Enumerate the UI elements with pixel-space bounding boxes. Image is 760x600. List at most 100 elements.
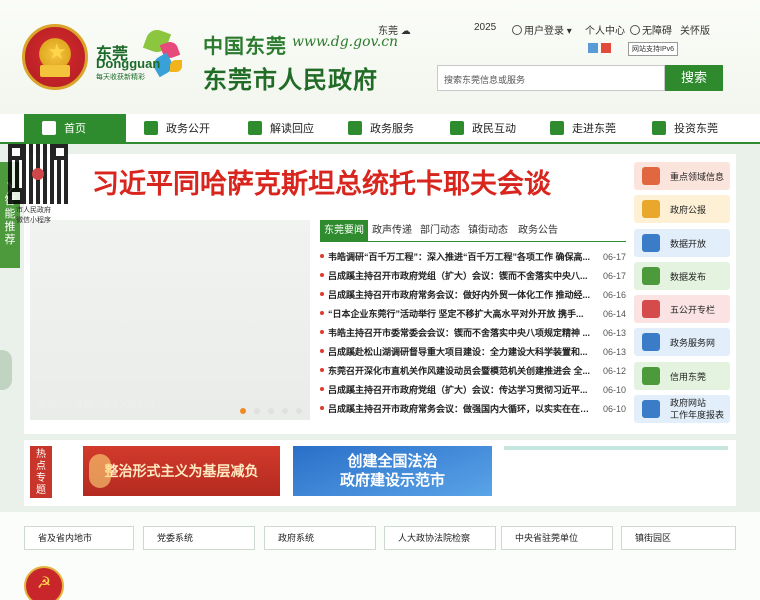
- people-icon: [642, 200, 660, 219]
- nav-home[interactable]: 首页: [24, 114, 126, 144]
- nav-interpretation[interactable]: 解读回应: [248, 114, 314, 144]
- news-title[interactable]: 韦皓调研“百千万工程”：深入推进“百千万工程”各项工作 确保高...: [328, 248, 592, 267]
- quick-link-five-open[interactable]: 五公开专栏: [634, 295, 730, 324]
- news-item[interactable]: 吕成蹊主持召开市政府党组（扩大）会议：锲而不舍落实中央八... 06-17: [320, 267, 626, 286]
- login-label: 用户登录: [524, 26, 564, 37]
- tab-announcement[interactable]: 政务公告: [514, 220, 562, 242]
- quick-link-line: 政府网站: [670, 398, 707, 409]
- tab-department[interactable]: 部门动态: [416, 220, 464, 242]
- news-item[interactable]: 韦皓调研“百千万工程”：深入推进“百千万工程”各项工作 确保高... 06-17: [320, 248, 626, 267]
- hot-tag-char: 题: [36, 485, 46, 496]
- slide-dot[interactable]: [296, 408, 302, 414]
- news-slideshow[interactable]: 莞城优化营商环境进入新阶段: [30, 220, 310, 420]
- monitor-icon: [642, 333, 660, 352]
- quick-link-service-net[interactable]: 政务服务网: [634, 328, 730, 357]
- link-label: 中央省驻莞单位: [515, 533, 579, 543]
- link-label: 省及省内地市: [38, 533, 93, 543]
- accessibility-label: 无障碍: [642, 26, 672, 37]
- news-title[interactable]: 吕成蹊主持召开市政府党组（扩大）会议：传达学习贯彻习近平...: [328, 381, 592, 400]
- slide-dot[interactable]: [268, 408, 274, 414]
- news-title[interactable]: 吕成蹊主持召开市政府党组（扩大）会议：锲而不舍落实中央八...: [328, 267, 592, 286]
- news-item[interactable]: “日本企业东莞行”活动举行 坚定不移扩大高水平对外开放 携手... 06-14: [320, 305, 626, 324]
- care-mode-link[interactable]: 关怀版: [680, 22, 710, 38]
- nav-gov-service[interactable]: 政务服务: [348, 114, 414, 144]
- site-name-cn: 中国东莞: [203, 34, 287, 58]
- news-title[interactable]: 吕成蹊主持召开市政府常务会议：做好内外贸一体化工作 推动经...: [328, 286, 592, 305]
- banner-reduce-burden[interactable]: 整治形式主义为基层减负: [83, 446, 280, 496]
- search-input[interactable]: 搜索东莞信息或服务: [437, 65, 665, 91]
- party-emblem-icon[interactable]: ☭: [24, 566, 64, 600]
- slide-dot[interactable]: [240, 408, 246, 414]
- book-icon: [248, 121, 262, 135]
- ipv6-badge: 网站支持IPv6: [628, 42, 679, 56]
- personal-center-link[interactable]: 个人中心: [585, 22, 625, 38]
- quick-link-label: 政府公报: [670, 205, 707, 216]
- slide-caption[interactable]: 莞城优化营商环境进入新阶段: [38, 398, 155, 411]
- mini-program-qr[interactable]: 市人民政府 微信小程序: [0, 144, 70, 230]
- slide-dot[interactable]: [254, 408, 260, 414]
- quick-link-gazette[interactable]: 政府公报: [634, 195, 730, 224]
- wechat-icon[interactable]: [588, 43, 598, 53]
- weather-city: 东莞: [378, 26, 398, 37]
- news-date: 06-13: [602, 328, 626, 338]
- news-date: 06-16: [602, 290, 626, 300]
- news-title[interactable]: “日本企业东莞行”活动举行 坚定不移扩大高水平对外开放 携手...: [328, 305, 592, 324]
- link-towns[interactable]: 镇街园区: [621, 526, 736, 550]
- quick-link-open-data[interactable]: 数据开放: [634, 228, 730, 257]
- national-emblem-icon: ★: [22, 24, 88, 90]
- hot-tag-char: 热: [36, 449, 46, 460]
- link-congress-court[interactable]: 人大政协法院检察: [384, 526, 496, 550]
- search-button[interactable]: 搜索: [665, 65, 723, 91]
- qr-caption-line: 微信小程序: [16, 217, 51, 224]
- news-item[interactable]: 吕成蹊主持召开市政府常务会议：做好内外贸一体化工作 推动经... 06-16: [320, 286, 626, 305]
- nav-label: 政务公开: [166, 123, 210, 135]
- city-logo[interactable]: 东莞 Dongguan 每天收获新精彩: [96, 26, 186, 90]
- nav-gov-affairs[interactable]: 政务公开: [144, 114, 210, 144]
- nav-label: 解读回应: [270, 123, 314, 135]
- quick-link-credit[interactable]: 信用东莞: [634, 361, 730, 390]
- social-icons: [588, 42, 614, 56]
- quick-link-label: 政府网站 工作年度报表: [670, 397, 724, 421]
- year-label: 2025: [474, 22, 497, 33]
- chevron-down-icon: ▾: [566, 26, 572, 37]
- hot-topics: 热 点 专 题 整治形式主义为基层减负 创建全国法治 政府建设示范市: [24, 440, 736, 506]
- weather-widget[interactable]: 东莞 ☁: [378, 22, 411, 38]
- nav-about-dongguan[interactable]: 走进东莞: [550, 114, 616, 144]
- tab-gov-voice[interactable]: 政声传递: [368, 220, 416, 242]
- tab-town[interactable]: 镇街动态: [464, 220, 512, 242]
- link-gov-system[interactable]: 政府系统: [264, 526, 376, 550]
- login-link[interactable]: 用户登录 ▾: [512, 22, 572, 38]
- accessibility-link[interactable]: 无障碍: [630, 22, 672, 38]
- quick-link-key-areas[interactable]: 重点领域信息: [634, 162, 730, 190]
- link-central-units[interactable]: 中央省驻莞单位: [501, 526, 613, 550]
- link-party-system[interactable]: 党委系统: [143, 526, 255, 550]
- nav-interaction[interactable]: 政民互动: [450, 114, 516, 144]
- news-item[interactable]: 吕成蹊赴松山湖调研督导重大项目建设：全力建设大科学装置和... 06-13: [320, 343, 626, 362]
- city-logo-slogan: 每天收获新精彩: [96, 74, 145, 81]
- tab-dongguan-news[interactable]: 东莞要闻: [320, 220, 368, 242]
- news-title[interactable]: 吕成蹊主持召开市政府常务会议：做强国内大循环，以实实在在举措...: [328, 400, 592, 419]
- slide-dot[interactable]: [282, 408, 288, 414]
- news-item[interactable]: 东莞召开深化市直机关作风建设动员会暨模范机关创建推进会 全... 06-12: [320, 362, 626, 381]
- news-list: 韦皓调研“百千万工程”：深入推进“百千万工程”各项工作 确保高... 06-17 …: [320, 248, 626, 419]
- link-province-cities[interactable]: 省及省内地市: [24, 526, 134, 550]
- news-item[interactable]: 吕成蹊主持召开市政府党组（扩大）会议：传达学习贯彻习近平... 06-10: [320, 381, 626, 400]
- banner-rule-of-law[interactable]: 创建全国法治 政府建设示范市: [293, 446, 492, 496]
- news-title[interactable]: 韦皓主持召开市委常委会会议：锲而不舍落实中央八项规定精神 ...: [328, 324, 592, 343]
- news-title[interactable]: 吕成蹊赴松山湖调研督导重大项目建设：全力建设大科学装置和...: [328, 343, 592, 362]
- news-item[interactable]: 韦皓主持召开市委常委会会议：锲而不舍落实中央八项规定精神 ... 06-13: [320, 324, 626, 343]
- site-header: ★ 东莞 Dongguan 每天收获新精彩 中国东莞 www.dg.gov.cn…: [0, 0, 760, 114]
- quick-link-annual-report[interactable]: 政府网站 工作年度报表: [634, 395, 730, 424]
- nav-label: 走进东莞: [572, 123, 616, 135]
- banner-placeholder[interactable]: [504, 446, 728, 450]
- news-title[interactable]: 东莞召开深化市直机关作风建设动员会暨模范机关创建推进会 全...: [328, 362, 592, 381]
- weibo-icon[interactable]: [601, 43, 611, 53]
- nav-invest[interactable]: 投资东莞: [652, 114, 718, 144]
- news-tabs: 东莞要闻 政声传递 部门动态 镇街动态 政务公告: [320, 220, 626, 242]
- link-label: 党委系统: [157, 533, 194, 543]
- banner-line: 政府建设示范市: [339, 472, 445, 489]
- quick-link-data-release[interactable]: 数据发布: [634, 261, 730, 290]
- cloud-icon: ☁: [400, 26, 411, 37]
- headline-link[interactable]: 习近平同哈萨克斯坦总统托卡耶夫会谈: [92, 162, 551, 201]
- news-item[interactable]: 吕成蹊主持召开市政府常务会议：做强国内大循环，以实实在在举措... 06-10: [320, 400, 626, 419]
